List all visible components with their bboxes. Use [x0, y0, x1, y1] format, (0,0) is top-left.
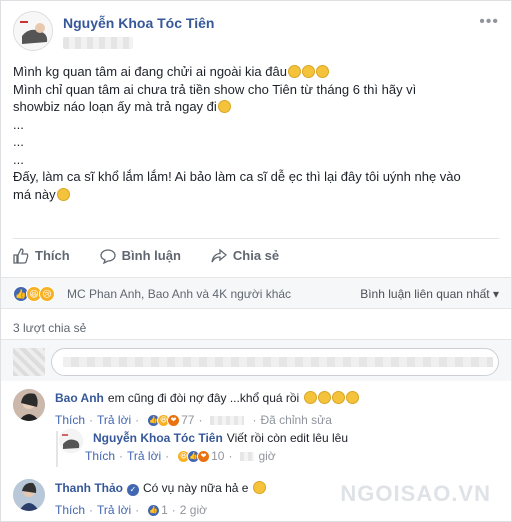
anxious-emoji-icon [317, 391, 331, 404]
author-avatar[interactable] [13, 11, 53, 51]
avatar-image [13, 479, 45, 511]
comment-bubble-icon [100, 248, 116, 264]
post-text: Mình kg quan tâm ai đang chửi ai ngoài k… [13, 63, 503, 203]
post-line-2: Mình chỉ quan tâm ai chưa trả tiền show … [13, 81, 417, 97]
comment-reply-link[interactable]: Trả lời [97, 503, 131, 517]
anxious-emoji-icon [303, 391, 317, 404]
comment-time: 2 giờ [179, 503, 208, 517]
comment-time: giờ [258, 449, 276, 463]
commenter-name[interactable]: Thanh Thảo [55, 481, 123, 495]
post-line-6: ... [13, 151, 24, 167]
crying-emoji-icon [217, 100, 231, 113]
comment-reactions[interactable]: 👍 😆 ❤ [147, 413, 181, 427]
comment-reactions[interactable]: 👍 [147, 503, 161, 517]
comment-text: Thanh Thảo ✓ Có vụ này nữa hả e [55, 481, 266, 496]
post-timestamp-blurred [63, 37, 133, 49]
post-line-1: Mình kg quan tâm ai đang chửi ai ngoài k… [13, 63, 503, 81]
blurred-timestamp [240, 451, 255, 461]
comment-like-link[interactable]: Thích [85, 449, 115, 463]
love-reaction-icon: ❤ [167, 413, 181, 427]
share-arrow-icon [211, 248, 227, 262]
avatar-image [14, 12, 52, 50]
post-options-icon[interactable]: ••• [479, 13, 499, 31]
commenter-name[interactable]: Bao Anh [55, 391, 104, 405]
blurred-content [63, 357, 493, 367]
viewer-avatar-blurred [13, 348, 45, 376]
sad-reaction-icon: 😢 [39, 286, 55, 302]
emoji-icon [315, 65, 329, 78]
commenter-avatar[interactable] [13, 479, 45, 511]
like-button[interactable]: Thích [13, 247, 70, 264]
comment-text: Nguyễn Khoa Tóc Tiên Viết rồi còn edit lê… [93, 431, 348, 445]
facebook-post-card: Nguyễn Khoa Tóc Tiên ••• Mình kg quan tâ… [0, 0, 512, 522]
comment-reaction-count: 1 [161, 503, 168, 517]
emoji-icon [301, 65, 315, 78]
reply-thread-line [56, 431, 58, 467]
post-line-5: ... [13, 134, 24, 149]
avatar-image [13, 389, 45, 421]
comment-composer [1, 339, 511, 381]
reactions-bar: 👍 😆 😢 MC Phan Anh, Bao Anh và 4K người k… [1, 277, 511, 309]
smirk-emoji-icon [56, 187, 70, 201]
anxious-emoji-icon [331, 391, 345, 404]
comment-sort-dropdown[interactable]: Bình luận liên quan nhất ▾ [360, 287, 499, 301]
like-reaction-icon: 👍 [147, 503, 161, 517]
reactions-summary[interactable]: MC Phan Anh, Bao Anh và 4K người khác [67, 287, 291, 301]
commenter-avatar[interactable] [59, 429, 83, 453]
edited-label[interactable]: Đã chỉnh sửa [260, 413, 331, 427]
post-header: Nguyễn Khoa Tóc Tiên ••• [13, 9, 499, 55]
anxious-emoji-icon [345, 391, 359, 404]
comment-text: Bao Anh em cũng đi đòi nợ đây ...khổ quá … [55, 391, 359, 405]
share-button[interactable]: Chia sẻ [211, 248, 279, 264]
comment-like-link[interactable]: Thích [55, 503, 85, 517]
comment-reaction-count: 10 [211, 449, 225, 463]
comment-reply-link[interactable]: Trả lời [127, 449, 161, 463]
post-line-3: showbiz náo loạn ấy mà trả ngay đi [13, 98, 503, 116]
reply-comment-item: Nguyễn Khoa Tóc Tiên Viết rồi còn edit lê… [59, 429, 499, 469]
watermark: NGOISAO.VN [340, 481, 491, 506]
love-reaction-icon: ❤ [197, 449, 211, 463]
comment-meta: Thích · Trả lời · 😆 👍 ❤ 10 · giờ [85, 449, 276, 463]
comment-item: Bao Anh em cũng đi đòi nợ đây ...khổ quá … [13, 389, 499, 429]
comment-meta: Thích · Trả lời · 👍 1 · 2 giờ [55, 503, 208, 517]
comment-reply-link[interactable]: Trả lời [97, 413, 131, 427]
post-line-8: má này [13, 186, 503, 204]
blurred-timestamp [210, 415, 245, 425]
commenter-avatar[interactable] [13, 389, 45, 421]
comment-meta: Thích · Trả lời · 👍 😆 ❤ 77 · · Đã chỉnh sử… [55, 413, 332, 427]
reaction-icons[interactable]: 👍 😆 😢 [13, 286, 55, 302]
thumbs-up-icon [13, 247, 29, 264]
comment-button[interactable]: Bình luận [100, 248, 181, 264]
emoji-icon [287, 65, 301, 78]
shares-count[interactable]: 3 lượt chia sẻ [13, 321, 86, 335]
avatar-image [59, 429, 83, 453]
commenter-name[interactable]: Nguyễn Khoa Tóc Tiên [93, 431, 223, 445]
post-line-4: ... [13, 116, 24, 132]
post-line-7: Đấy, làm ca sĩ khổ lắm lắm! Ai bảo làm c… [13, 169, 461, 184]
post-author-name[interactable]: Nguyễn Khoa Tóc Tiên [63, 15, 214, 31]
comment-like-link[interactable]: Thích [55, 413, 85, 427]
comment-reactions[interactable]: 😆 👍 ❤ [177, 449, 211, 463]
smile-emoji-icon [252, 481, 266, 494]
comment-reaction-count: 77 [181, 413, 195, 427]
post-actions: Thích Bình luận Chia sẻ [13, 238, 499, 268]
verified-badge-icon: ✓ [127, 484, 139, 496]
